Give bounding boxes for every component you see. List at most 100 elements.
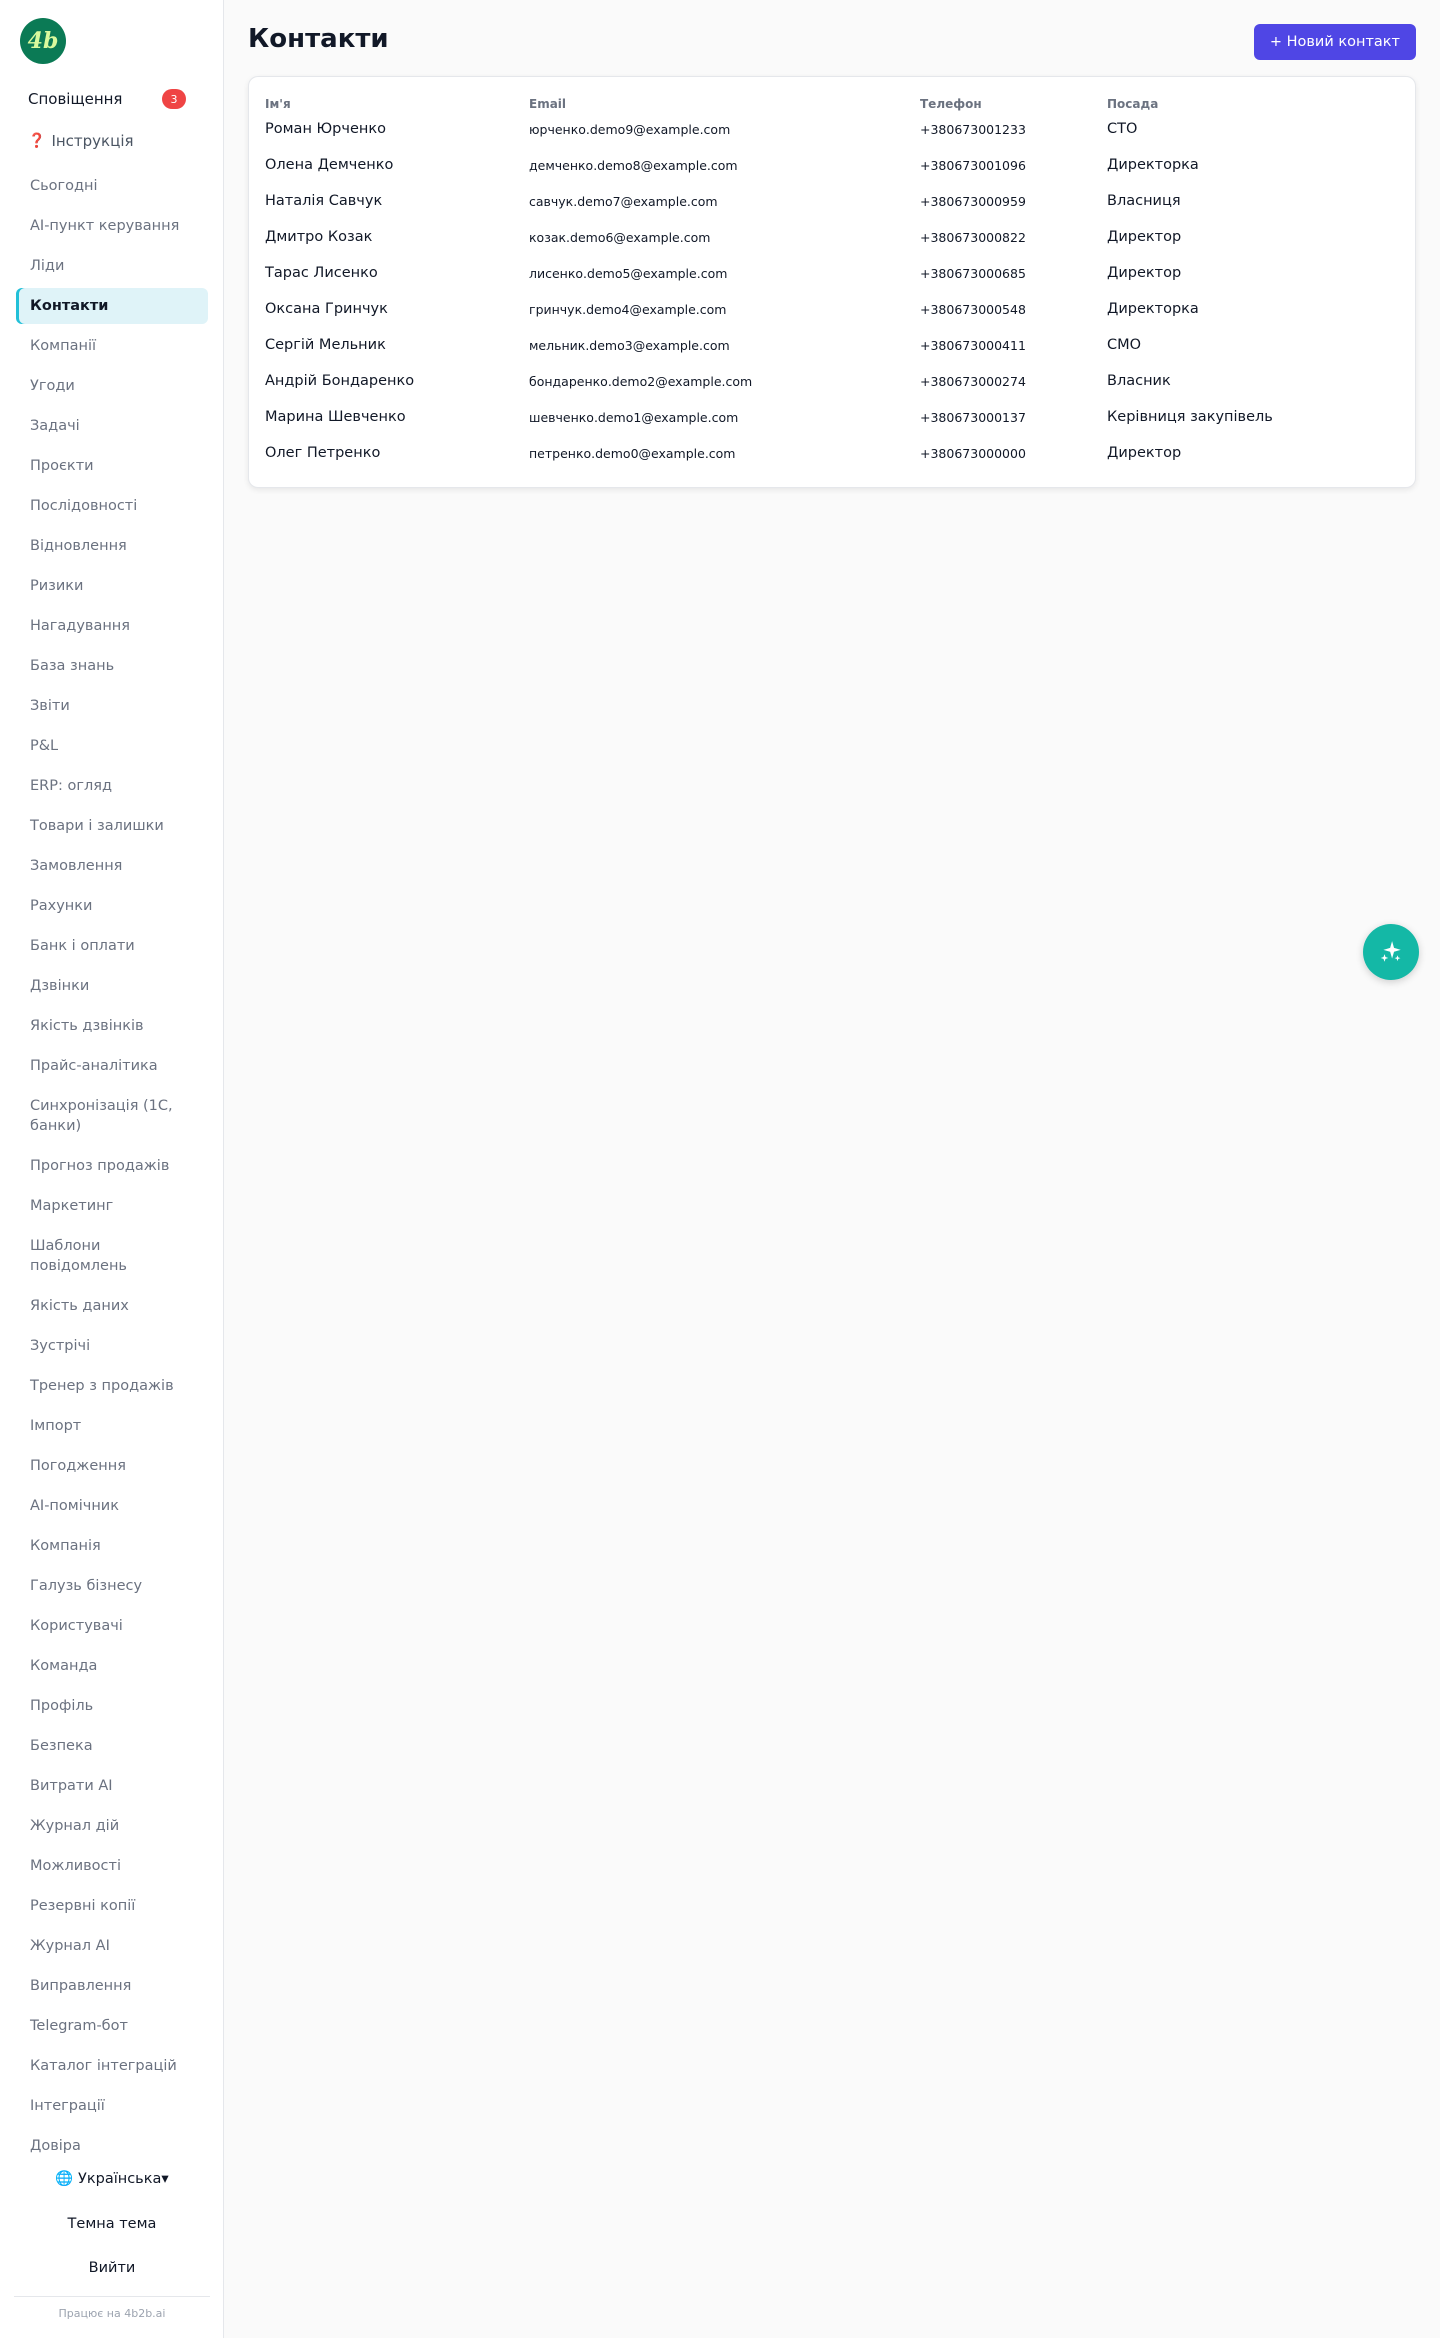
table-row[interactable]: Роман Юрченко юрченко.demo9@example.com +3… — [265, 111, 1401, 147]
cell-name: Дмитро Козак — [265, 229, 373, 245]
sidebar-item[interactable]: Сьогодні — [16, 168, 208, 204]
table-row[interactable]: Оксана Гринчук гринчук.demo4@example.com +… — [265, 291, 1401, 327]
logo[interactable]: 4b — [20, 18, 66, 64]
column-header-phone: Телефон — [920, 97, 982, 111]
sidebar-item[interactable]: Компанії — [16, 328, 208, 364]
cell-position: Директор — [1107, 229, 1182, 245]
sidebar-item[interactable]: Прайс-аналітика — [16, 1048, 208, 1084]
cell-email: мельник.demo3@example.com — [529, 337, 730, 353]
table-row[interactable]: Дмитро Козак козак.demo6@example.com +3806… — [265, 219, 1401, 255]
sidebar-item[interactable]: Угоди — [16, 368, 208, 404]
sidebar-item[interactable]: Погодження — [16, 1448, 208, 1484]
sidebar-item[interactable]: Можливості — [16, 1848, 208, 1884]
sidebar-item[interactable]: Проєкти — [16, 448, 208, 484]
sidebar-item[interactable]: Банк і оплати — [16, 928, 208, 964]
cell-position: Директорка — [1107, 301, 1199, 317]
guide-link[interactable]: ❓ Інструкція — [16, 126, 146, 156]
table-row[interactable]: Андрій Бондаренко бондаренко.demo2@exampl… — [265, 363, 1401, 399]
cell-phone: +380673000000 — [920, 445, 1026, 461]
sidebar-item[interactable]: Довіра — [16, 2128, 208, 2164]
cell-email: савчук.demo7@example.com — [529, 193, 718, 209]
sidebar-item[interactable]: Виправлення — [16, 1968, 208, 2004]
cell-email: демченко.demo8@example.com — [529, 157, 738, 173]
sidebar-item[interactable]: Якість даних — [16, 1288, 208, 1324]
cell-name: Олег Петренко — [265, 445, 381, 461]
sidebar-item[interactable]: Компанія — [16, 1528, 208, 1564]
cell-name: Роман Юрченко — [265, 121, 386, 137]
cell-position: Директорка — [1107, 157, 1199, 173]
sidebar-item[interactable]: Контакти — [16, 288, 208, 324]
sidebar-item[interactable]: Каталог інтеграцій — [16, 2048, 208, 2084]
sidebar-item[interactable]: Безпека — [16, 1728, 208, 1764]
cell-phone: +380673000274 — [920, 373, 1026, 389]
table-row[interactable]: Олег Петренко петренко.demo0@example.com +… — [265, 435, 1401, 471]
sidebar-item[interactable]: Резервні копії — [16, 1888, 208, 1924]
sidebar-item[interactable]: AI-помічник — [16, 1488, 208, 1524]
cell-email: шевченко.demo1@example.com — [529, 409, 739, 425]
sidebar-item[interactable]: Нагадування — [16, 608, 208, 644]
sidebar-item[interactable]: Послідовності — [16, 488, 208, 524]
sidebar-item[interactable]: Задачі — [16, 408, 208, 444]
sidebar-item[interactable]: Товари і залишки — [16, 808, 208, 844]
theme-toggle[interactable]: Темна тема — [0, 2216, 224, 2232]
sidebar-nav: Сьогодні AI-пункт керування Ліди Контакти Ко… — [16, 168, 208, 2168]
sidebar-item[interactable]: AI-пункт керування — [16, 208, 208, 244]
cell-email: юрченко.demo9@example.com — [529, 121, 731, 137]
sidebar-item[interactable]: Дзвінки — [16, 968, 208, 1004]
sidebar-item[interactable]: Галузь бізнесу — [16, 1568, 208, 1604]
sidebar-item[interactable]: Синхронізація (1С, банки) — [16, 1088, 208, 1144]
sidebar-item[interactable]: Прогноз продажів — [16, 1148, 208, 1184]
cell-phone: +380673001096 — [920, 157, 1026, 173]
cell-name: Оксана Гринчук — [265, 301, 388, 317]
language-select[interactable]: 🌐 Українська▾ — [0, 2170, 224, 2187]
sparkles-icon — [1380, 941, 1401, 962]
sidebar-item[interactable]: P&L — [16, 728, 208, 764]
table-row[interactable]: Сергій Мельник мельник.demo3@example.com +… — [265, 327, 1401, 363]
cell-name: Наталія Савчук — [265, 193, 383, 209]
cell-position: Власник — [1107, 373, 1171, 389]
sidebar-item[interactable]: Рахунки — [16, 888, 208, 924]
table-row[interactable]: Марина Шевченко шевченко.demo1@example.co… — [265, 399, 1401, 435]
sidebar-item[interactable]: Маркетинг — [16, 1188, 208, 1224]
cell-position: Керівниця закупівель — [1107, 409, 1273, 425]
cell-email: козак.demo6@example.com — [529, 229, 711, 245]
sidebar-item[interactable]: База знань — [16, 648, 208, 684]
notifications-link[interactable]: Сповіщення 3 — [16, 84, 198, 114]
sidebar-item[interactable]: Зустрічі — [16, 1328, 208, 1364]
sidebar-item[interactable]: Ризики — [16, 568, 208, 604]
logout-button[interactable]: Вийти — [0, 2260, 224, 2276]
sidebar-item[interactable]: Інтеграції — [16, 2088, 208, 2124]
sidebar-item[interactable]: Імпорт — [16, 1408, 208, 1444]
table-row[interactable]: Олена Демченко демченко.demo8@example.com… — [265, 147, 1401, 183]
sidebar-item[interactable]: Якість дзвінків — [16, 1008, 208, 1044]
sidebar-item[interactable]: Звіти — [16, 688, 208, 724]
cell-email: бондаренко.demo2@example.com — [529, 373, 753, 389]
sidebar-item[interactable]: Замовлення — [16, 848, 208, 884]
cell-name: Марина Шевченко — [265, 409, 406, 425]
sidebar-item[interactable]: Відновлення — [16, 528, 208, 564]
table-row[interactable]: Наталія Савчук савчук.demo7@example.com +3… — [265, 183, 1401, 219]
cell-phone: +380673000685 — [920, 265, 1026, 281]
column-header-position: Посада — [1107, 97, 1159, 111]
ai-assistant-fab[interactable] — [1363, 924, 1419, 980]
contacts-table: Ім'я Email Телефон Посада Роман Юрченко ю… — [265, 89, 1401, 471]
sidebar-item[interactable]: Витрати AI — [16, 1768, 208, 1804]
logo-text: 4b — [27, 28, 59, 54]
sidebar-item[interactable]: ERP: огляд — [16, 768, 208, 804]
sidebar-item[interactable]: Тренер з продажів — [16, 1368, 208, 1404]
globe-icon: 🌐 — [55, 2171, 74, 2187]
table-row[interactable]: Тарас Лисенко лисенко.demo5@example.com +3… — [265, 255, 1401, 291]
sidebar-item[interactable]: Команда — [16, 1648, 208, 1684]
new-contact-button[interactable]: + Новий контакт — [1253, 24, 1416, 60]
sidebar-item[interactable]: Журнал AI — [16, 1928, 208, 1964]
sidebar-item[interactable]: Ліди — [16, 248, 208, 284]
cell-email: лисенко.demo5@example.com — [529, 265, 728, 281]
notifications-label: Сповіщення — [28, 90, 123, 108]
sidebar-item[interactable]: Шаблони повідомлень — [16, 1228, 208, 1284]
cell-position: Директор — [1107, 445, 1182, 461]
sidebar-item[interactable]: Профіль — [16, 1688, 208, 1724]
cell-email: гринчук.demo4@example.com — [529, 301, 727, 317]
sidebar-item[interactable]: Telegram-бот — [16, 2008, 208, 2044]
sidebar-item[interactable]: Журнал дій — [16, 1808, 208, 1844]
sidebar-item[interactable]: Користувачі — [16, 1608, 208, 1644]
